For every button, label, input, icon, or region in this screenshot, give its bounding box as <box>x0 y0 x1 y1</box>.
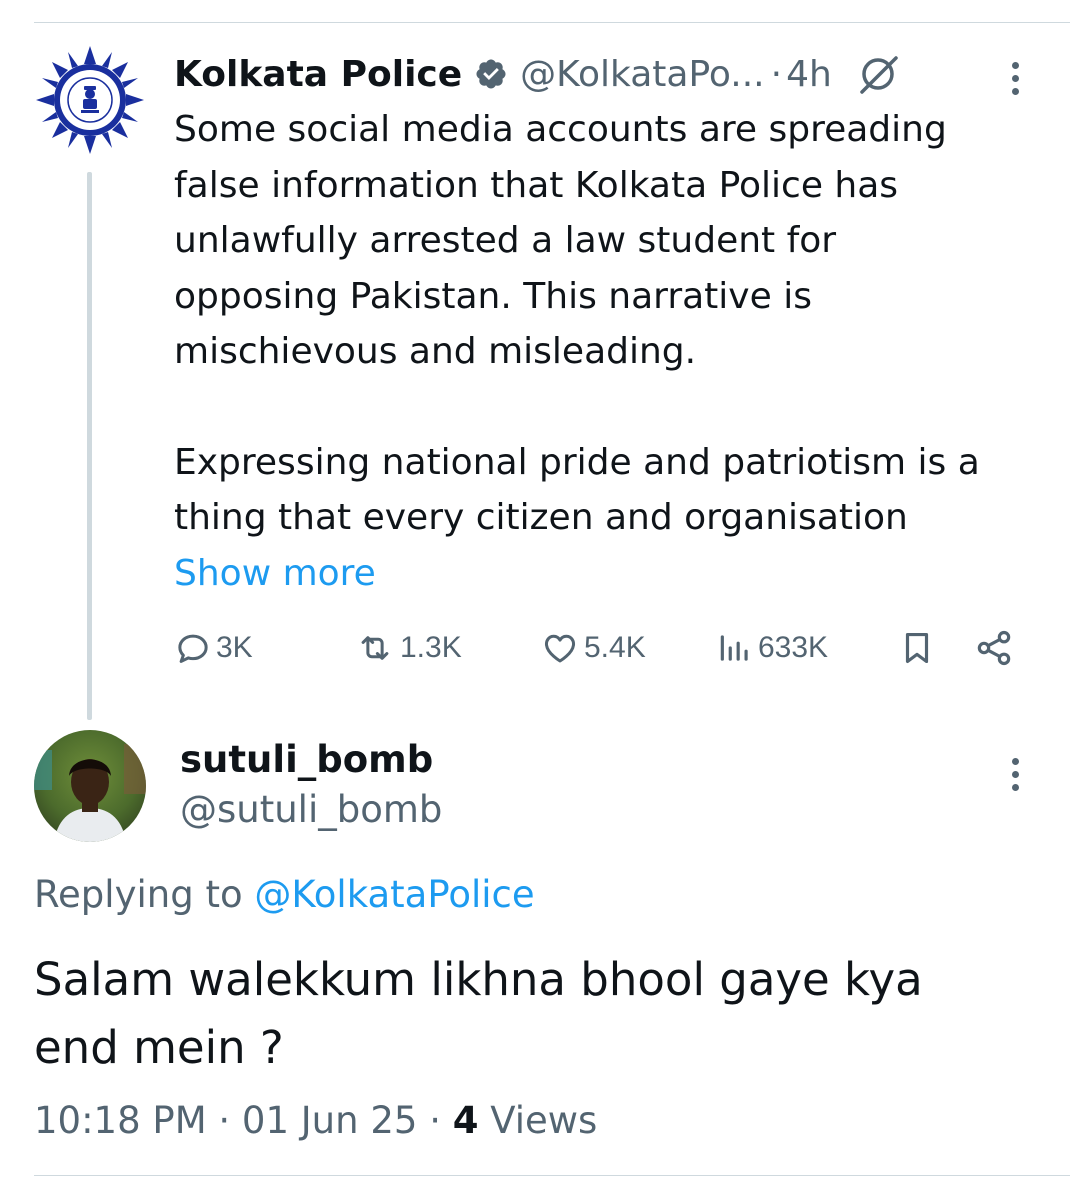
reply-author-handle[interactable]: @sutuli_bomb <box>180 784 442 836</box>
reply-views-label: Views <box>490 1099 598 1142</box>
reply-metadata: 10:18 PM · 01 Jun 25 · 4 Views <box>34 1094 597 1148</box>
reply-more-options-icon[interactable] <box>1010 758 1020 796</box>
replying-to-label: Replying to <box>34 873 243 916</box>
analytics-icon <box>720 635 748 661</box>
replying-to: Replying to @KolkataPolice <box>34 868 535 922</box>
tweet-time[interactable]: 4h <box>786 54 832 95</box>
reply-timestamp[interactable]: 10:18 PM <box>34 1099 207 1142</box>
bookmark-button[interactable] <box>898 620 936 676</box>
reply-button[interactable]: 3K <box>174 620 253 676</box>
reply-author-name[interactable]: sutuli_bomb <box>180 734 433 786</box>
share-button[interactable] <box>974 620 1014 676</box>
replying-to-mention[interactable]: @KolkataPolice <box>254 873 534 916</box>
reply-views-count: 4 <box>452 1099 479 1142</box>
meta-separator: · <box>218 1099 231 1142</box>
repost-icon <box>361 636 389 660</box>
view-count: 633K <box>758 631 829 664</box>
police-emblem-icon <box>36 46 144 154</box>
tweet-paragraph: Some social media accounts are spreading… <box>174 109 947 372</box>
reply-text: Salam walekkum likhna bhool gaye kya end… <box>34 946 1034 1082</box>
bookmark-icon <box>905 632 929 664</box>
grok-icon[interactable] <box>856 52 900 96</box>
views-button[interactable]: 633K <box>716 620 828 676</box>
author-display-name[interactable]: Kolkata Police <box>174 54 462 95</box>
like-count: 5.4K <box>584 631 646 664</box>
repost-button[interactable]: 1.3K <box>354 620 462 676</box>
meta-separator: · <box>429 1099 441 1142</box>
reply-author-avatar[interactable] <box>34 730 146 842</box>
kolkata-police-avatar[interactable] <box>34 44 146 156</box>
reply-date[interactable]: 01 Jun 25 <box>242 1099 418 1142</box>
header-separator: · <box>770 53 783 95</box>
share-icon <box>977 630 1011 666</box>
tweet-paragraph: Expressing national pride and patriotism… <box>174 441 980 539</box>
parent-tweet-body: Some social media accounts are spreading… <box>174 102 1034 546</box>
reply-icon <box>178 634 208 663</box>
reply-count: 3K <box>216 631 253 664</box>
bottom-divider <box>34 1175 1070 1176</box>
verified-badge-icon <box>474 57 508 91</box>
author-handle[interactable]: @KolkataPo... <box>520 54 764 95</box>
show-more-link[interactable]: Show more <box>174 546 376 601</box>
repost-count: 1.3K <box>400 631 462 664</box>
avatar-photo <box>34 730 146 842</box>
top-divider <box>34 22 1070 23</box>
parent-tweet-header: Kolkata Police @KolkataPo... · 4h <box>174 48 1024 100</box>
tweet-action-bar: 3K 1.3K 5.4K 633K <box>174 620 1024 676</box>
like-button[interactable]: 5.4K <box>540 620 646 676</box>
parent-more-options-icon[interactable] <box>1010 62 1020 100</box>
heart-icon <box>544 634 576 663</box>
reply-text-content: Salam walekkum likhna bhool gaye kya end… <box>34 953 923 1074</box>
thread-line <box>87 172 92 720</box>
